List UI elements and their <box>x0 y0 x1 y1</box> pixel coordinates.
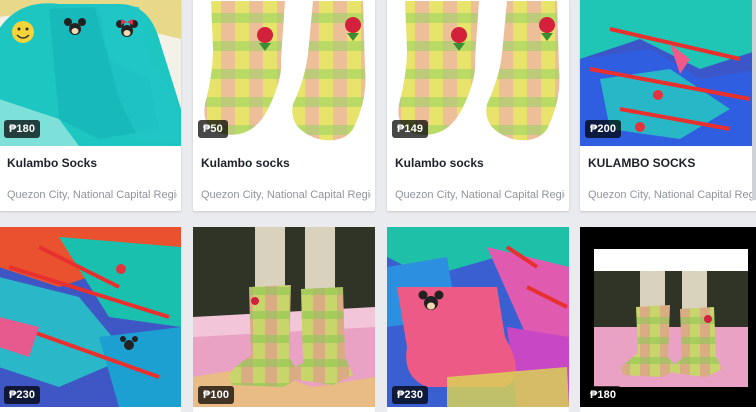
listing-card[interactable]: ₱149 Kulambo socks Quezon City, National… <box>387 0 569 211</box>
scrollbar[interactable] <box>752 0 756 200</box>
price-badge: ₱50 <box>198 120 228 138</box>
listing-card[interactable]: ₱100 <box>193 227 375 412</box>
listing-card[interactable]: ₱230 <box>0 227 181 412</box>
listing-photo[interactable] <box>580 227 756 407</box>
smiley-patch-icon <box>12 21 34 43</box>
listing-title[interactable]: KULAMBO SOCKS <box>588 156 695 170</box>
listing-card[interactable]: ₱230 <box>387 227 569 412</box>
listing-location: Quezon City, National Capital Region · .… <box>395 189 565 201</box>
listing-location: Quezon City, National Capital Region · .… <box>7 189 177 201</box>
listing-card[interactable]: ₱50 Kulambo socks Quezon City, National … <box>193 0 375 211</box>
price-badge: ₱149 <box>392 120 429 138</box>
strawberry-patch-icon <box>116 264 126 274</box>
listing-photo[interactable] <box>387 227 569 407</box>
listing-card[interactable]: ₱180 Kulambo Socks Quezon City, National… <box>0 0 181 211</box>
price-badge: ₱230 <box>392 386 429 404</box>
listing-photo[interactable] <box>0 227 181 407</box>
listing-location: Quezon City, National Capital Region · .… <box>201 189 371 201</box>
listing-title[interactable]: Kulambo socks <box>395 156 484 170</box>
listing-photo[interactable] <box>193 227 375 407</box>
listing-title[interactable]: Kulambo Socks <box>7 156 97 170</box>
price-badge: ₱180 <box>4 120 41 138</box>
price-badge: ₱230 <box>4 386 41 404</box>
listing-card[interactable]: ₱180 <box>580 227 756 412</box>
listing-title[interactable]: Kulambo socks <box>201 156 290 170</box>
listing-card[interactable]: ₱200 KULAMBO SOCKS Quezon City, National… <box>580 0 756 211</box>
price-badge: ₱180 <box>585 386 622 404</box>
listing-location: Quezon City, National Capital Region · .… <box>588 189 756 201</box>
price-badge: ₱200 <box>585 120 622 138</box>
price-badge: ₱100 <box>198 386 235 404</box>
